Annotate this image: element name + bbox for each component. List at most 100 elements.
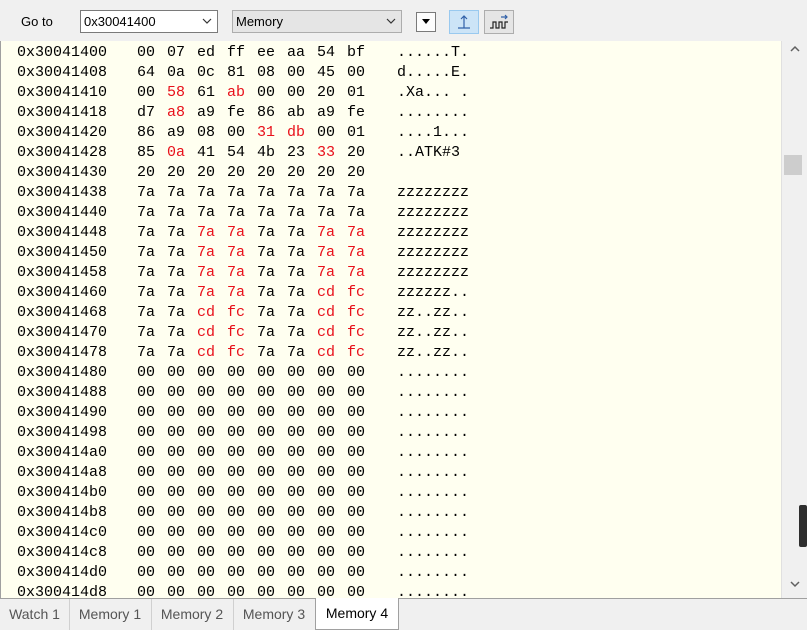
memory-row[interactable]: 0x300414c0 00 00 00 00 00 00 00 00........ [1, 523, 781, 543]
byte-cell[interactable]: 00 [347, 443, 365, 463]
byte-cell[interactable]: 00 [137, 383, 155, 403]
byte-cell[interactable]: 00 [167, 503, 185, 523]
byte-cell[interactable]: 00 [227, 483, 245, 503]
byte-cell[interactable]: 00 [197, 503, 215, 523]
byte-cell[interactable]: 00 [167, 383, 185, 403]
byte-cell[interactable]: 7a [317, 183, 335, 203]
tab-memory-1[interactable]: Memory 1 [69, 599, 152, 630]
byte-cell[interactable]: 00 [317, 123, 335, 143]
byte-cell[interactable]: 20 [317, 163, 335, 183]
byte-cell[interactable]: 7a [137, 183, 155, 203]
byte-cell[interactable]: 7a [197, 243, 215, 263]
byte-cell[interactable]: 00 [197, 383, 215, 403]
byte-cell[interactable]: 00 [347, 463, 365, 483]
byte-cell[interactable]: 00 [317, 383, 335, 403]
byte-cell[interactable]: 00 [137, 403, 155, 423]
byte-cell[interactable]: 00 [167, 583, 185, 598]
byte-cell[interactable]: 00 [287, 423, 305, 443]
byte-cell[interactable]: 7a [257, 243, 275, 263]
byte-cell[interactable]: 00 [317, 523, 335, 543]
byte-cell[interactable]: 54 [227, 143, 245, 163]
memory-row[interactable]: 0x30041470 7a 7a cd fc 7a 7a cd fc zz..zz.. [1, 323, 781, 343]
byte-cell[interactable]: 00 [167, 543, 185, 563]
byte-cell[interactable]: 00 [137, 523, 155, 543]
byte-cell[interactable]: 7a [347, 183, 365, 203]
byte-cell[interactable]: a8 [167, 103, 185, 123]
byte-cell[interactable]: 86 [257, 103, 275, 123]
byte-cell[interactable]: 00 [347, 543, 365, 563]
memory-view[interactable]: 0x30041400 00 07 ed ff ee aa 54 bf ......T. 0x3004… [0, 41, 781, 598]
scroll-up-icon[interactable] [782, 41, 807, 57]
byte-cell[interactable]: fc [227, 303, 245, 323]
byte-cell[interactable]: 00 [167, 463, 185, 483]
byte-cell[interactable]: 00 [227, 443, 245, 463]
byte-cell[interactable]: 00 [347, 483, 365, 503]
byte-cell[interactable]: 7a [317, 243, 335, 263]
byte-cell[interactable]: 00 [347, 583, 365, 598]
memory-row[interactable]: 0x30041480 00 00 00 00 00 00 00 00........ [1, 363, 781, 383]
byte-cell[interactable]: 7a [227, 203, 245, 223]
byte-cell[interactable]: 00 [287, 403, 305, 423]
byte-cell[interactable]: 7a [167, 263, 185, 283]
chevron-down-icon[interactable] [385, 15, 397, 27]
byte-cell[interactable]: 31 [257, 123, 275, 143]
byte-cell[interactable]: 00 [257, 503, 275, 523]
byte-cell[interactable]: 54 [317, 43, 335, 63]
byte-cell[interactable]: fe [227, 103, 245, 123]
byte-cell[interactable]: 7a [287, 183, 305, 203]
byte-cell[interactable]: 7a [257, 183, 275, 203]
byte-cell[interactable]: 00 [227, 123, 245, 143]
byte-cell[interactable]: 00 [257, 543, 275, 563]
byte-cell[interactable]: 81 [227, 63, 245, 83]
chevron-down-icon[interactable] [201, 15, 213, 27]
byte-cell[interactable]: 00 [287, 543, 305, 563]
byte-cell[interactable]: 7a [257, 203, 275, 223]
byte-cell[interactable]: 33 [317, 143, 335, 163]
byte-cell[interactable]: 00 [347, 503, 365, 523]
byte-cell[interactable]: 00 [347, 403, 365, 423]
memory-row[interactable]: 0x300414b0 00 00 00 00 00 00 00 00........ [1, 483, 781, 503]
byte-cell[interactable]: 7a [287, 203, 305, 223]
byte-cell[interactable]: 00 [167, 403, 185, 423]
byte-cell[interactable]: 7a [287, 323, 305, 343]
byte-cell[interactable]: 00 [317, 483, 335, 503]
byte-cell[interactable]: 00 [197, 443, 215, 463]
byte-cell[interactable]: 7a [167, 243, 185, 263]
byte-cell[interactable]: ee [257, 43, 275, 63]
byte-cell[interactable]: 86 [137, 123, 155, 143]
byte-cell[interactable]: 20 [227, 163, 245, 183]
byte-cell[interactable]: 7a [197, 223, 215, 243]
memory-row[interactable]: 0x30041488 00 00 00 00 00 00 00 00........ [1, 383, 781, 403]
memory-row[interactable]: 0x30041448 7a 7a 7a 7a 7a 7a 7a 7a zzzzzzzz [1, 223, 781, 243]
byte-cell[interactable]: 00 [227, 583, 245, 598]
byte-cell[interactable]: 00 [287, 383, 305, 403]
breakpoint-toggle-button[interactable] [449, 10, 479, 34]
byte-cell[interactable]: 00 [287, 523, 305, 543]
byte-cell[interactable]: 7a [347, 203, 365, 223]
byte-cell[interactable]: 45 [317, 63, 335, 83]
byte-cell[interactable]: 00 [137, 43, 155, 63]
byte-cell[interactable]: 00 [257, 583, 275, 598]
byte-cell[interactable]: 00 [137, 483, 155, 503]
byte-cell[interactable]: fc [347, 283, 365, 303]
byte-cell[interactable]: 00 [227, 563, 245, 583]
memory-row[interactable]: 0x30041418 d7 a8 a9 fe 86 ab a9 fe........ [1, 103, 781, 123]
byte-cell[interactable]: 00 [347, 383, 365, 403]
memory-row[interactable]: 0x30041450 7a 7a 7a 7a 7a 7a 7a 7a zzzzzzzz [1, 243, 781, 263]
byte-cell[interactable]: 7a [197, 183, 215, 203]
byte-cell[interactable]: 20 [347, 143, 365, 163]
byte-cell[interactable]: bf [347, 43, 365, 63]
byte-cell[interactable]: 7a [257, 283, 275, 303]
byte-cell[interactable]: 07 [167, 43, 185, 63]
byte-cell[interactable]: 85 [137, 143, 155, 163]
byte-cell[interactable]: 00 [317, 543, 335, 563]
byte-cell[interactable]: 7a [167, 203, 185, 223]
byte-cell[interactable]: 00 [257, 363, 275, 383]
byte-cell[interactable]: 00 [197, 523, 215, 543]
byte-cell[interactable]: 58 [167, 83, 185, 103]
memory-row[interactable]: 0x30041430 20 20 20 20 20 20 20 20 [1, 163, 781, 183]
byte-cell[interactable]: 00 [197, 423, 215, 443]
memory-select[interactable]: Memory [232, 10, 402, 33]
byte-cell[interactable]: 7a [257, 303, 275, 323]
memory-row[interactable]: 0x300414d0 00 00 00 00 00 00 00 00........ [1, 563, 781, 583]
